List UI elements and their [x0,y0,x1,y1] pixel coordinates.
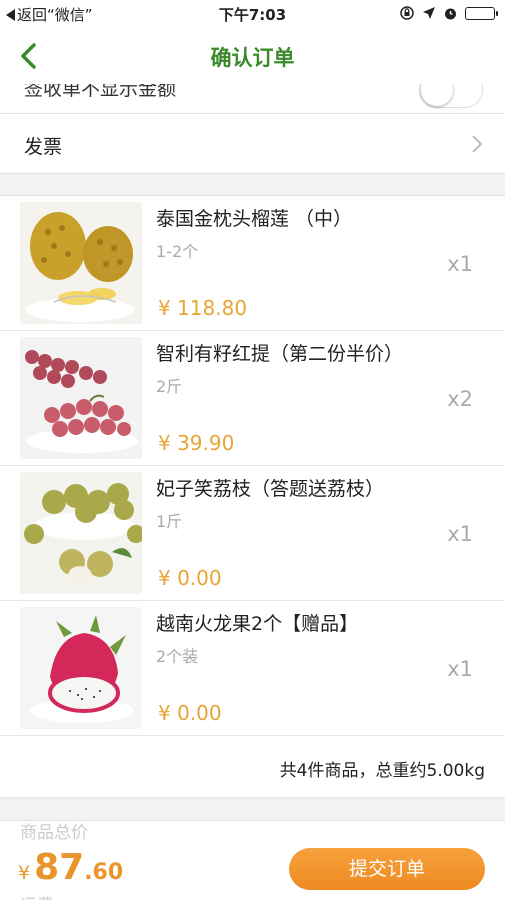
status-bar: 返回“微信” 下午7:03 [0,0,505,28]
shipping-label: 运费 [20,891,54,900]
product-quantity: x1 [447,252,473,276]
currency-symbol: ¥ [18,862,31,884]
section-gap [0,798,505,820]
product-name: 智利有籽红提（第二份半价） [156,343,404,365]
page-title: 确认订单 [210,46,295,70]
goods-total-label: 商品总价 [20,823,88,843]
product-quantity: x1 [447,657,473,681]
product-name: 妃子笑荔枝（答题送荔枝） [156,478,385,500]
chevron-right-icon [472,135,483,153]
product-price: ¥ 0.00 [158,566,222,590]
product-spec: 2斤 [156,377,183,396]
product-quantity: x2 [447,387,473,411]
summary-text: 共4件商品，总重约5.00kg [279,761,485,781]
order-summary: 共4件商品，总重约5.00kg [0,736,505,798]
dragon-fruit-image [20,607,142,729]
invoice-row[interactable]: 发票 [0,114,505,174]
red-grapes-image [20,337,142,459]
checkout-bar: 商品总价 ¥ 87 .60 运费 提交订单 [0,820,505,900]
battery-icon [465,6,498,20]
product-list: 泰国金枕头榴莲 （中） 1-2个 ¥ 118.80 x1 智利有籽红提（第二份半… [0,196,505,736]
product-spec: 2个装 [156,647,199,666]
product-spec: 1斤 [156,512,183,531]
durian-image [20,202,142,324]
product-name: 泰国金枕头榴莲 （中） [156,208,353,230]
product-item[interactable]: 泰国金枕头榴莲 （中） 1-2个 ¥ 118.80 x1 [0,196,505,331]
toggle-knob [421,84,453,106]
order-content[interactable]: 签收单不显示金额 发票 泰国金枕头榴莲 （中） 1-2个 ¥ 118.80 x1… [0,84,505,820]
product-price: ¥ 118.80 [158,296,248,320]
status-indicators [399,5,498,21]
product-price: ¥ 39.90 [158,431,235,455]
total-integer: 87 [34,847,85,888]
rotation-lock-icon [400,6,414,20]
total-decimal: .60 [84,860,124,885]
product-item[interactable]: 越南火龙果2个【赠品】 2个装 ¥ 0.00 x1 [0,601,505,736]
alarm-icon [445,8,456,19]
invoice-label: 发票 [24,136,63,158]
lychee-image [20,472,142,594]
nav-bar: 确认订单 [0,28,505,84]
submit-order-button[interactable]: 提交订单 [289,848,485,890]
section-gap [0,174,505,196]
product-quantity: x1 [447,522,473,546]
product-item[interactable]: 智利有籽红提（第二份半价） 2斤 ¥ 39.90 x2 [0,331,505,466]
product-name: 越南火龙果2个【赠品】 [156,613,359,635]
order-total: ¥ 87 .60 [18,847,123,888]
product-price: ¥ 0.00 [158,701,222,725]
location-arrow-icon [423,7,435,19]
product-item[interactable]: 妃子笑荔枝（答题送荔枝） 1斤 ¥ 0.00 x1 [0,466,505,601]
product-spec: 1-2个 [156,242,199,261]
hide-amount-row: 签收单不显示金额 [0,84,505,114]
hide-amount-toggle[interactable] [419,84,483,108]
hide-amount-label: 签收单不显示金额 [24,84,177,100]
